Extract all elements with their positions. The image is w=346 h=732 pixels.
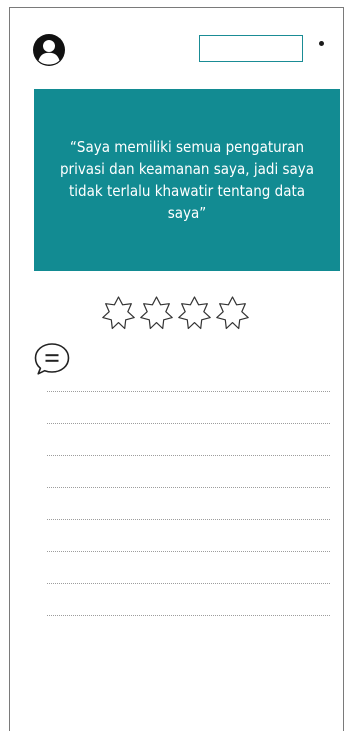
comment-line <box>47 615 330 616</box>
star-rating[interactable] <box>100 295 251 333</box>
comment-lines[interactable] <box>47 391 330 647</box>
star-outline-icon[interactable] <box>176 295 213 333</box>
comment-line <box>47 551 330 552</box>
dot-icon[interactable] <box>319 41 324 46</box>
quote-card: “Saya memiliki semua pengaturan privasi … <box>34 89 340 271</box>
comment-line <box>47 519 330 520</box>
comment-line <box>47 423 330 424</box>
quote-text: “Saya memiliki semua pengaturan privasi … <box>59 138 315 222</box>
top-search-input[interactable] <box>199 35 303 62</box>
comment-line <box>47 487 330 488</box>
comment-line <box>47 455 330 456</box>
user-avatar-icon[interactable] <box>32 33 66 67</box>
comment-line <box>47 583 330 584</box>
comment-icon[interactable] <box>31 339 75 379</box>
comment-line <box>47 391 330 392</box>
star-outline-icon[interactable] <box>214 295 251 333</box>
star-outline-icon[interactable] <box>138 295 175 333</box>
star-outline-icon[interactable] <box>100 295 137 333</box>
